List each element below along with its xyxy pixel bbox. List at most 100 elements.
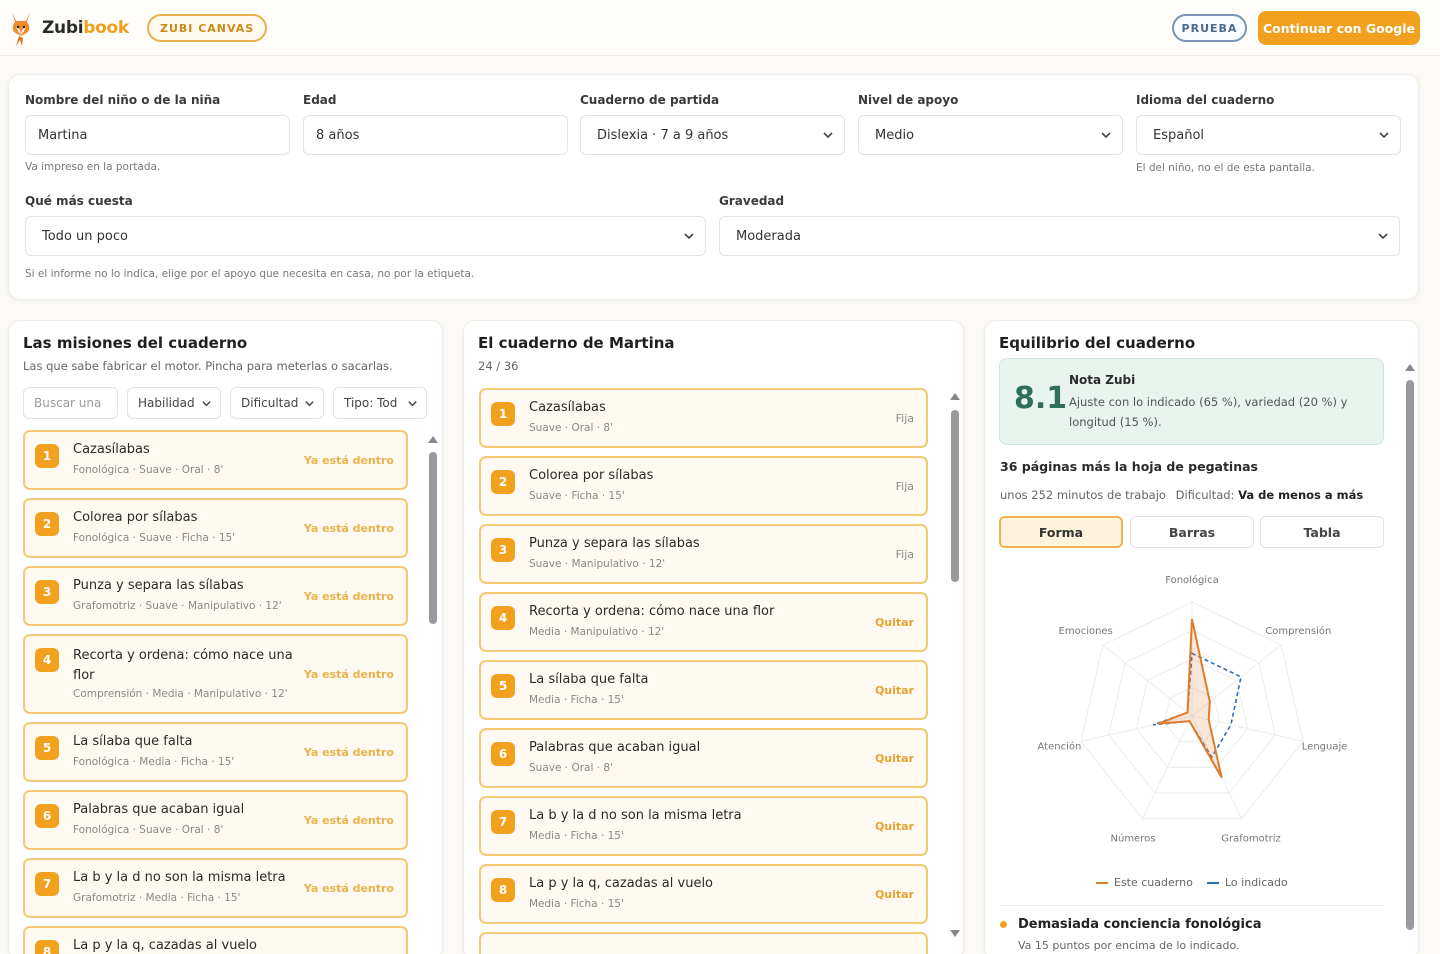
difficulty-filter[interactable]: Dificultad: [230, 387, 324, 419]
tab-shape[interactable]: Forma: [999, 516, 1123, 548]
radar-axis-label: Grafomotriz: [1221, 834, 1281, 845]
item-number: 6: [491, 742, 515, 766]
chevron-down-icon: [408, 401, 417, 407]
severity-label: Gravedad: [719, 194, 785, 208]
skill-filter-label: Habilidad: [138, 396, 195, 410]
chevron-down-icon: [684, 233, 694, 240]
mission-card[interactable]: 2 Colorea por sílabas Fonológica · Suave…: [23, 498, 408, 558]
mission-number: 2: [35, 512, 59, 536]
item-meta: Media · Ficha · 15': [529, 898, 624, 910]
balance-scrollbar[interactable]: [1406, 380, 1414, 930]
score-value: 8.1: [1014, 381, 1068, 416]
language-select[interactable]: Español: [1136, 115, 1401, 155]
scroll-up-arrow[interactable]: [428, 436, 438, 443]
mission-title: Cazasílabas: [73, 442, 150, 457]
divider: [1000, 905, 1385, 906]
tab-bars[interactable]: Barras: [1130, 516, 1254, 548]
item-number: 7: [491, 810, 515, 834]
chevron-down-icon: [1101, 132, 1111, 139]
legend-indicated: Lo indicado: [1207, 876, 1288, 889]
notebook-scrollbar[interactable]: [951, 410, 959, 582]
item-meta: Media · Manipulativo · 12': [529, 626, 665, 638]
mission-title: La sílaba que falta: [73, 734, 193, 749]
item-fixed-label: Fija: [895, 548, 914, 561]
skill-filter[interactable]: Habilidad: [127, 387, 221, 419]
item-number: 4: [491, 606, 515, 630]
score-description: Ajuste con lo indicado (65 %), variedad …: [1069, 395, 1348, 429]
severity-value: Moderada: [736, 228, 801, 244]
difficulty-filter-label: Dificultad: [241, 396, 299, 410]
mission-status: Ya está dentro: [303, 882, 394, 895]
mission-meta: Grafomotriz · Media · Ficha · 15': [73, 892, 241, 904]
support-select[interactable]: Medio: [858, 115, 1123, 155]
scroll-up-arrow[interactable]: [950, 393, 960, 400]
mission-card[interactable]: 4 Recorta y ordena: cómo nace una flor C…: [23, 634, 408, 714]
zubi-canvas-badge[interactable]: ZUBI CANVAS: [147, 14, 268, 42]
mission-card[interactable]: 8 La p y la q, cazadas al vuelo: [23, 926, 408, 954]
mission-meta: Fonológica · Suave · Ficha · 15': [73, 532, 236, 544]
mission-card[interactable]: 5 La sílaba que falta Fonológica · Media…: [23, 722, 408, 782]
difficulty-area-select[interactable]: Todo un poco: [25, 216, 706, 256]
mission-title: La b y la d no son la misma letra: [73, 870, 286, 885]
notebook-item[interactable]: 1 Cazasílabas Suave · Oral · 8' Fija: [479, 388, 928, 448]
type-filter[interactable]: Tipo: Tod: [333, 387, 427, 419]
notebook-item[interactable]: 4 Recorta y ordena: cómo nace una flor M…: [479, 592, 928, 652]
remove-item-button[interactable]: Quitar: [875, 616, 914, 629]
severity-select[interactable]: Moderada: [719, 216, 1400, 256]
missions-search-input[interactable]: Buscar una: [23, 387, 118, 419]
notebook-item[interactable]: 2 Colorea por sílabas Suave · Ficha · 15…: [479, 456, 928, 516]
mission-title: Palabras que acaban igual: [73, 802, 245, 817]
logo[interactable]: Zubibook: [6, 8, 129, 48]
notebook-item[interactable]: 5 La sílaba que falta Media · Ficha · 15…: [479, 660, 928, 720]
item-meta: Suave · Manipulativo · 12': [529, 558, 666, 570]
legend-swatch: [1096, 881, 1108, 884]
notebook-item[interactable]: 3 Punza y separa las sílabas Suave · Man…: [479, 524, 928, 584]
remove-item-button[interactable]: Quitar: [875, 684, 914, 697]
age-field[interactable]: 8 años: [303, 115, 568, 155]
mission-card[interactable]: 3 Punza y separa las sílabas Grafomotriz…: [23, 566, 408, 626]
mission-status: Ya está dentro: [303, 746, 394, 759]
remove-item-button[interactable]: Quitar: [875, 752, 914, 765]
mission-card[interactable]: 7 La b y la d no son la misma letra Graf…: [23, 858, 408, 918]
chevron-down-icon: [1378, 233, 1388, 240]
work-summary: unos 252 minutos de trabajo Dificultad: …: [1000, 488, 1363, 502]
start-notebook-select[interactable]: Dislexia · 7 a 9 años: [580, 115, 845, 155]
mission-number: 3: [35, 580, 59, 604]
warning-title: Demasiada conciencia fonológica: [1000, 917, 1261, 932]
severity-hint: Si el informe no lo indica, elige por el…: [25, 268, 475, 280]
mission-card[interactable]: 6 Palabras que acaban igual Fonológica ·…: [23, 790, 408, 850]
notebook-item[interactable]: 7 La b y la d no son la misma letra Medi…: [479, 796, 928, 856]
item-number: 5: [491, 674, 515, 698]
score-title: Nota Zubi: [1069, 373, 1136, 387]
fox-logo-icon: [12, 12, 30, 46]
remove-item-button[interactable]: Quitar: [875, 820, 914, 833]
name-field[interactable]: Martina: [25, 115, 290, 155]
scroll-down-arrow[interactable]: [950, 930, 960, 937]
pages-summary: 36 páginas más la hoja de pegatinas: [1000, 459, 1258, 474]
remove-item-button[interactable]: Quitar: [875, 888, 914, 901]
notebook-item[interactable]: 6 Palabras que acaban igual Suave · Oral…: [479, 728, 928, 788]
radar-axis-label: Lenguaje: [1302, 741, 1348, 752]
notebook-item[interactable]: 8 La p y la q, cazadas al vuelo Media · …: [479, 864, 928, 924]
item-number: 3: [491, 538, 515, 562]
prueba-badge[interactable]: PRUEBA: [1172, 14, 1247, 42]
name-label: Nombre del niño o de la niña: [25, 93, 221, 107]
google-login-button[interactable]: Continuar con Google: [1258, 11, 1420, 45]
difficulty-area-label: Qué más cuesta: [25, 194, 133, 208]
mission-status: Ya está dentro: [303, 522, 394, 535]
notebook-count: 24 / 36: [478, 359, 519, 373]
mission-card[interactable]: 1 Cazasílabas Fonológica · Suave · Oral …: [23, 430, 408, 490]
notebook-item[interactable]: [479, 932, 928, 954]
language-hint: El del niño, no el de esta pantalla.: [1136, 162, 1315, 174]
missions-scrollbar[interactable]: [429, 452, 437, 624]
mission-title: Punza y separa las sílabas: [73, 578, 244, 593]
legend-label: Este cuaderno: [1114, 876, 1193, 889]
type-filter-label: Tipo: Tod: [344, 396, 398, 410]
radar-axis-label: Emociones: [1059, 626, 1113, 637]
mission-title: Colorea por sílabas: [73, 510, 198, 525]
tab-table[interactable]: Tabla: [1260, 516, 1384, 548]
age-label: Edad: [303, 93, 337, 107]
scroll-up-arrow[interactable]: [1405, 364, 1415, 371]
settings-form: [8, 74, 1419, 300]
balance-title: Equilibrio del cuaderno: [999, 334, 1196, 352]
